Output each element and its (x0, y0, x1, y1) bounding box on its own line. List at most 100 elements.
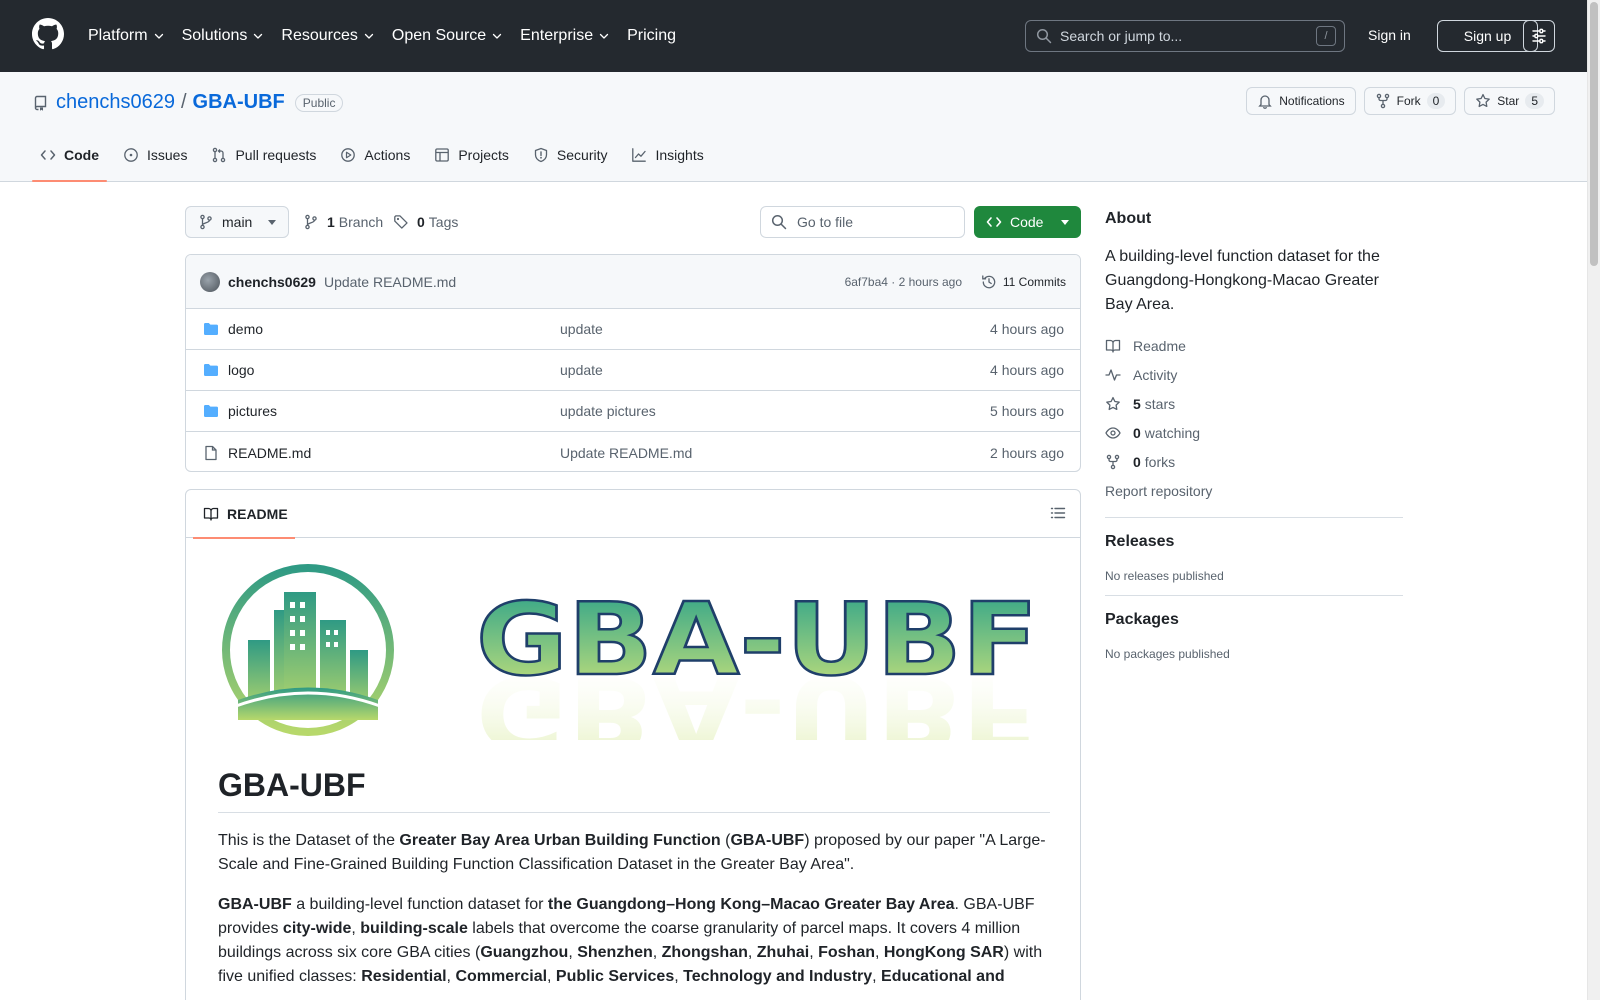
sidebar-item-icon-wrap (1105, 425, 1121, 441)
file-commit-message-link[interactable]: update (560, 321, 603, 337)
commits-history-link[interactable]: 11 Commits (981, 274, 1066, 290)
file-commit-message-link[interactable]: update (560, 362, 603, 378)
file-commit-message-link[interactable]: Update README.md (560, 445, 692, 461)
readme-text-segment: Public Services (555, 968, 675, 985)
caret-down-icon (1061, 219, 1069, 225)
code-button-label: Code (1010, 214, 1044, 230)
readme-text-segment: HongKong SAR (883, 944, 1004, 961)
tab-insights[interactable]: Insights (623, 138, 711, 182)
repo-tabs: Code Issues Pull requests Actions Projects Se… (32, 138, 720, 182)
nav-item-enterprise[interactable]: Enterprise (520, 27, 610, 45)
file-row[interactable]: demo update 4 hours ago (186, 309, 1080, 350)
file-commit-time: 2 hours ago (990, 444, 1064, 461)
readme-logo-row: GBA-UBF GBA-UBF (218, 560, 1050, 745)
global-search-input[interactable]: Search or jump to... / (1025, 20, 1345, 52)
readme-tab[interactable]: README (193, 490, 295, 539)
sidebar-item-readme[interactable]: Readme (1105, 331, 1403, 360)
page-scrollbar[interactable] (1587, 0, 1600, 1000)
readme-text-segment: Educational and (881, 968, 1005, 985)
go-to-file-input[interactable]: Go to file (760, 206, 965, 238)
file-commit-time: 5 hours ago (990, 403, 1064, 419)
nav-item-pricing[interactable]: Pricing (627, 27, 676, 45)
avatar[interactable] (200, 271, 220, 292)
outline-button[interactable] (1050, 505, 1066, 521)
readme-tab-label: README (227, 506, 288, 522)
github-logo-icon[interactable] (32, 18, 64, 50)
file-name-link[interactable]: logo (228, 362, 254, 378)
file-row[interactable]: pictures update pictures 5 hours ago (186, 391, 1080, 432)
tab-label: Code (64, 147, 99, 163)
branches-link[interactable]: 1 Branch (303, 214, 383, 230)
sidebar-item-watching[interactable]: 0 watching (1105, 418, 1403, 447)
sidebar-item-count: 5 (1133, 395, 1141, 412)
code-dropdown-button[interactable]: Code (974, 206, 1081, 238)
readme-text-segment: , (872, 968, 882, 985)
tab-issues[interactable]: Issues (115, 138, 195, 182)
sidebar-item-activity[interactable]: Activity (1105, 360, 1403, 389)
tab-security[interactable]: Security (525, 138, 616, 182)
file-name-link[interactable]: pictures (228, 403, 277, 419)
fork-button[interactable]: Fork 0 (1363, 87, 1457, 115)
nav-item-solutions[interactable]: Solutions (182, 27, 265, 45)
readme-text-segment: This is the Dataset of the (218, 832, 400, 849)
search-placeholder: Search or jump to... (1060, 28, 1183, 44)
file-name-link[interactable]: README.md (228, 445, 311, 461)
report-repository-link[interactable]: Report repository (1105, 476, 1403, 505)
readme-text-segment: city-wide (282, 920, 352, 937)
readme-paragraph-2: GBA-UBF a building-level function datase… (218, 893, 1050, 989)
nav-item-resources[interactable]: Resources (281, 27, 374, 45)
sidebar-item-icon-wrap (1105, 454, 1121, 470)
readme-text-segment: , (351, 920, 361, 937)
file-commit-message-link[interactable]: update pictures (560, 403, 656, 419)
branches-label: Branch (338, 214, 384, 230)
code-icon (40, 150, 56, 160)
chevron-down-icon (493, 33, 502, 39)
repo-name-link[interactable]: GBA-UBF (193, 91, 285, 114)
tab-pull-requests[interactable]: Pull requests (203, 138, 324, 182)
file-name-link[interactable]: demo (228, 321, 263, 337)
nav-item-open-source[interactable]: Open Source (392, 27, 503, 45)
commit-meta[interactable]: 6af7ba4 · 2 hours ago (845, 275, 962, 289)
tab-projects[interactable]: Projects (426, 138, 517, 182)
scrollbar-thumb[interactable] (1590, 2, 1598, 266)
settings-menu-button[interactable] (1523, 20, 1555, 52)
releases-empty-text: No releases published (1105, 569, 1224, 583)
sidebar-item-forks[interactable]: 0 forks (1105, 447, 1403, 476)
tab-actions[interactable]: Actions (332, 138, 418, 182)
readme-paragraph-1: This is the Dataset of the Greater Bay A… (218, 829, 1050, 877)
tab-label: Projects (458, 147, 509, 163)
book-icon (203, 507, 219, 521)
sidebar-item-count: 0 (1133, 453, 1141, 470)
nav-item-label: Solutions (181, 27, 248, 44)
notifications-button[interactable]: Notifications (1246, 87, 1356, 115)
folder-icon (204, 405, 218, 417)
sign-in-link[interactable]: Sign in (1368, 27, 1411, 43)
global-header: Platform Solutions Resources Open Source Ent… (0, 0, 1600, 72)
commit-message-link[interactable]: Update README.md (324, 274, 456, 290)
file-row[interactable]: README.md Update README.md 2 hours ago (186, 432, 1080, 471)
branch-icon (305, 214, 317, 230)
chevron-down-icon (154, 33, 163, 39)
releases-heading[interactable]: Releases (1105, 533, 1403, 551)
pull-request-icon (213, 147, 226, 163)
about-sidebar: About A building-level function dataset … (1105, 210, 1403, 661)
nav-item-platform[interactable]: Platform (88, 27, 165, 45)
branch-select-button[interactable]: main (185, 206, 289, 238)
tab-label: Pull requests (235, 147, 317, 163)
readme-text-segment: Guangzhou (480, 944, 569, 961)
commit-author-link[interactable]: chenchs0629 (228, 274, 316, 290)
star-button[interactable]: Star 5 (1464, 87, 1555, 115)
star-icon (1476, 93, 1491, 108)
repo-owner-link[interactable]: chenchs0629 (56, 91, 175, 114)
sidebar-item-stars[interactable]: 5 stars (1105, 389, 1403, 418)
readme-text-segment: Foshan (818, 944, 875, 961)
tab-code[interactable]: Code (32, 138, 107, 182)
readme-text-segment: the Guangdong–Hong Kong–Macao Greater Ba… (547, 896, 955, 913)
tags-link[interactable]: 0 Tags (393, 214, 458, 230)
tab-label: Security (556, 147, 608, 163)
sidebar-item-label: Activity (1133, 366, 1178, 383)
file-row[interactable]: logo update 4 hours ago (186, 350, 1080, 391)
packages-heading[interactable]: Packages (1105, 611, 1403, 629)
table-icon (435, 148, 450, 162)
tags-count: 0 (417, 214, 425, 230)
